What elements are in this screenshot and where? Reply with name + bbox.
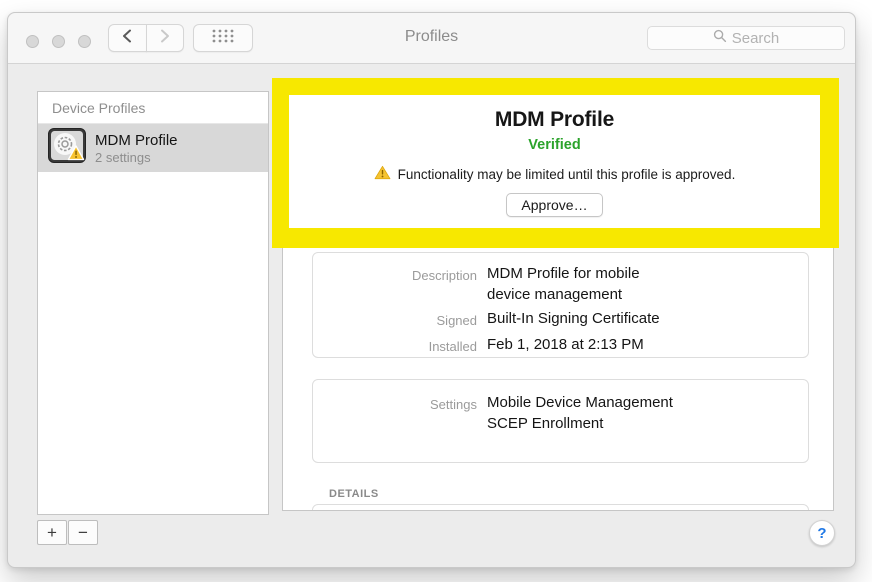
info-value-signed: Built-In Signing Certificate [487,308,794,331]
warning-icon [374,165,391,183]
settings-label: Settings [327,392,477,434]
info-label-description: Description [327,263,477,305]
info-value-installed: Feb 1, 2018 at 2:13 PM [487,334,794,357]
list-edit-controls: + − [37,520,98,545]
back-button[interactable] [108,24,147,52]
profile-title: MDM Profile [495,108,614,132]
settings-value-scep: SCEP Enrollment [487,413,794,434]
nav-buttons [108,24,184,52]
sidebar-item-mdm-profile[interactable]: MDM Profile 2 settings [38,124,268,172]
search-icon [713,29,727,47]
highlight-annotation-box: MDM Profile Verified Functionality may b… [272,78,839,248]
grid-icon [210,27,236,50]
zoom-window-button[interactable] [78,35,91,48]
sidebar-item-subtitle: 2 settings [95,150,178,166]
chevron-right-icon [159,28,171,49]
close-window-button[interactable] [26,35,39,48]
remove-profile-button[interactable]: − [68,520,98,545]
minimize-window-button[interactable] [52,35,65,48]
sidebar-item-title: MDM Profile [95,131,178,150]
traffic-lights [26,35,91,48]
preferences-window: Profiles Search Device Profiles [7,12,856,568]
profile-icon [48,128,86,168]
add-profile-button[interactable]: + [37,520,67,545]
search-placeholder: Search [732,30,780,47]
profile-info-card: Description MDM Profile for mobile devic… [312,252,809,358]
chevron-left-icon [121,28,133,49]
approval-warning-text: Functionality may be limited until this … [398,167,736,182]
profile-settings-card: Settings Mobile Device Management SCEP E… [312,379,809,463]
settings-value-mdm: Mobile Device Management [487,392,794,413]
profiles-sidebar: Device Profiles [37,91,269,515]
forward-button[interactable] [146,24,185,52]
info-label-signed: Signed [327,308,477,331]
approve-button[interactable]: Approve… [506,193,602,217]
search-input[interactable]: Search [647,26,845,50]
verified-status-badge: Verified [528,137,580,153]
profile-approval-header: MDM Profile Verified Functionality may b… [289,95,820,228]
info-label-installed: Installed [327,334,477,357]
show-all-button[interactable] [193,24,253,52]
screenshot-stage: Profiles Search Device Profiles [0,0,872,582]
details-card-partial [312,504,809,511]
info-value-description: MDM Profile for mobile device management [487,263,667,305]
help-button[interactable]: ? [809,520,835,546]
sidebar-section-header: Device Profiles [38,92,268,124]
toolbar: Profiles Search [8,13,855,64]
details-section-header: DETAILS [329,488,379,500]
